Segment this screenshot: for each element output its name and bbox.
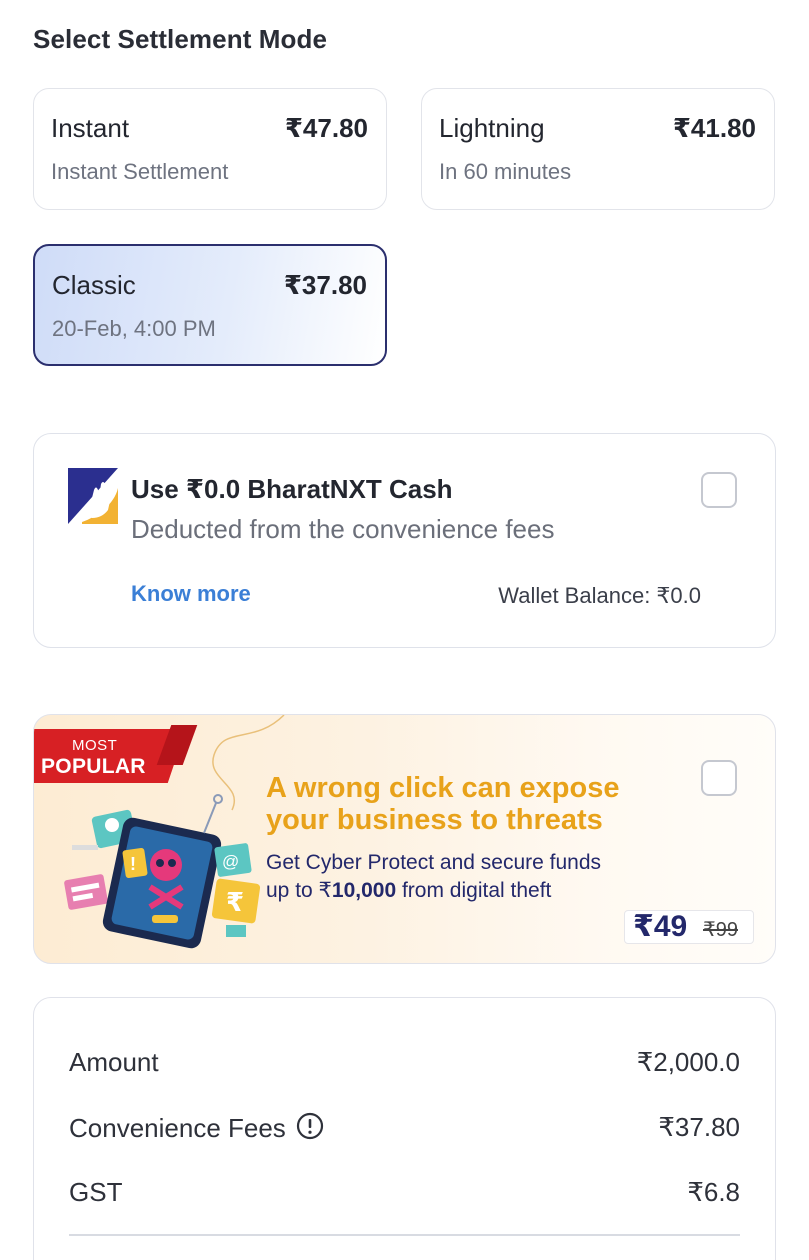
mode-name: Lightning	[439, 113, 545, 143]
summary-label-gst: GST	[69, 1177, 123, 1207]
ribbon-text-top: MOST	[72, 737, 118, 754]
cyber-protect-checkbox[interactable]	[701, 760, 737, 796]
section-title: Select Settlement Mode	[33, 24, 328, 54]
promo-headline-line1: A wrong click can expose	[266, 772, 620, 804]
promo-body-prefix: up to ₹	[266, 879, 332, 902]
mode-name: Instant	[51, 113, 130, 143]
svg-text:!: !	[130, 854, 136, 874]
promo-body-suffix: from digital theft	[396, 879, 552, 902]
promo-body-amount: 10,000	[331, 879, 397, 902]
price-old: ₹99	[703, 919, 738, 941]
mode-card-lightning[interactable]: Lightning ₹41.80 In 60 minutes	[421, 88, 775, 210]
bharatnxt-cash-card: Use ₹0.0 BharatNXT Cash Deducted from th…	[33, 433, 776, 648]
svg-text:₹: ₹	[226, 888, 244, 918]
mode-subtitle: 20-Feb, 4:00 PM	[52, 316, 216, 341]
mode-subtitle: In 60 minutes	[439, 159, 572, 184]
bharatnxt-logo-icon	[68, 468, 118, 524]
promo-headline-line2: your business to threats	[266, 804, 603, 836]
mode-subtitle: Instant Settlement	[51, 159, 229, 184]
cash-subtitle: Deducted from the convenience fees	[131, 514, 555, 544]
convenience-fees-label: Convenience Fees	[69, 1113, 286, 1143]
promo-headline: A wrong click can expose your business t…	[266, 772, 706, 836]
mode-price: ₹41.80	[672, 113, 756, 143]
summary-value-convenience-fees: ₹37.80	[658, 1112, 740, 1142]
payment-summary-card: Amount ₹2,000.0 Convenience Fees ₹37.80 …	[33, 997, 776, 1260]
mode-card-instant[interactable]: Instant ₹47.80 Instant Settlement	[33, 88, 387, 210]
summary-value-gst: ₹6.8	[687, 1177, 740, 1207]
promo-body: Get Cyber Protect and secure funds up to…	[266, 849, 716, 905]
cyber-protect-promo-card[interactable]: MOST POPULAR ! @ ₹ A wrong click can exp…	[33, 714, 776, 964]
mode-price: ₹37.80	[283, 270, 367, 300]
bharatnxt-cash-checkbox[interactable]	[701, 472, 737, 508]
summary-value-amount: ₹2,000.0	[636, 1047, 740, 1077]
summary-label-amount: Amount	[69, 1047, 159, 1077]
mode-name: Classic	[52, 270, 136, 300]
svg-text:@: @	[222, 852, 239, 871]
summary-divider	[69, 1234, 740, 1236]
promo-body-line2: up to ₹10,000 from digital theft	[266, 877, 716, 905]
wallet-balance: Wallet Balance: ₹0.0	[498, 583, 701, 608]
promo-body-line1: Get Cyber Protect and secure funds	[266, 851, 602, 874]
info-icon[interactable]	[296, 1112, 324, 1140]
know-more-link[interactable]: Know more	[131, 581, 251, 607]
ribbon-text-bottom: POPULAR	[41, 755, 146, 778]
cyber-threat-phone-illustration-icon: ! @ ₹	[64, 794, 261, 949]
cash-title: Use ₹0.0 BharatNXT Cash	[131, 474, 453, 504]
summary-label-convenience-fees: Convenience Fees	[69, 1112, 324, 1144]
mode-price: ₹47.80	[284, 113, 368, 143]
price-new: ₹49	[633, 910, 688, 943]
mode-card-classic[interactable]: Classic ₹37.80 20-Feb, 4:00 PM	[33, 244, 387, 366]
price-tag: ₹49 ₹99	[624, 910, 754, 944]
